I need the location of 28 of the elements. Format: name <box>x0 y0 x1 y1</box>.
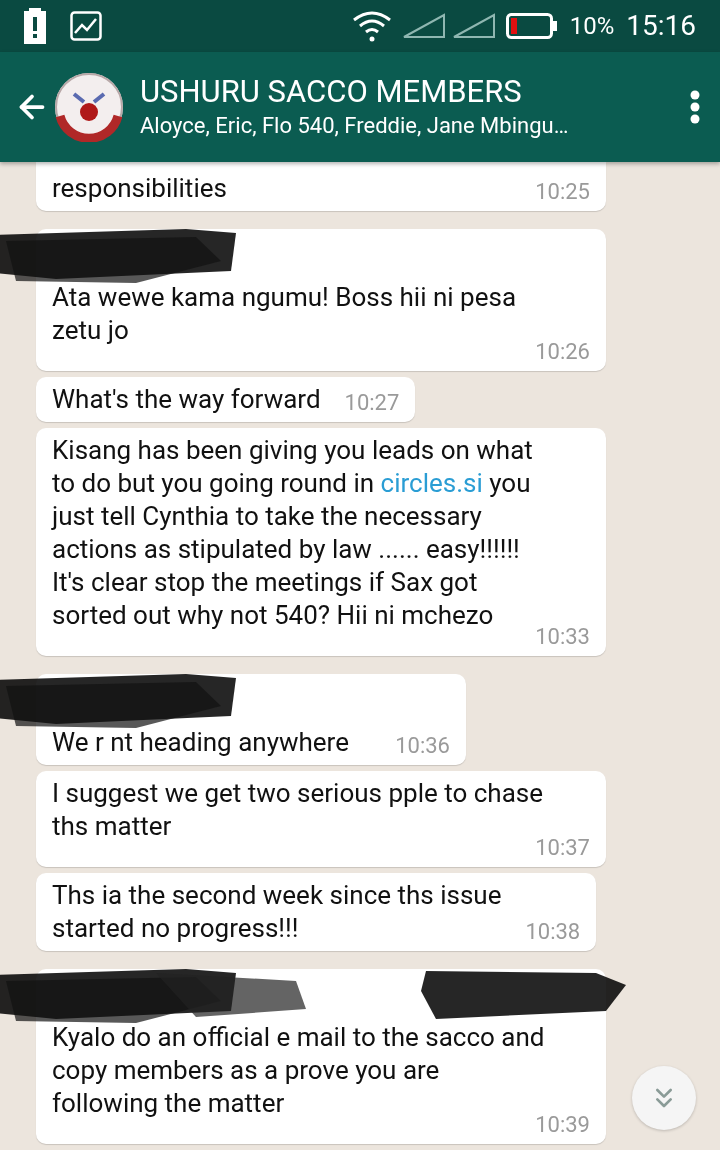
menu-button[interactable] <box>690 90 700 124</box>
clock: 15:16 <box>626 8 696 44</box>
battery-alert-icon <box>24 8 46 44</box>
menu-icon <box>690 90 700 124</box>
message-time: 10:33 <box>535 624 590 650</box>
message-text: What's the way forward <box>52 383 321 416</box>
chat-title: USHURU SACCO MEMBERS <box>140 73 523 111</box>
message-text: responsibilities <box>52 172 227 205</box>
battery-icon <box>505 13 558 39</box>
message-text: Ata wewe kama ngumu! Boss hii ni pesa zetu jo <box>52 281 517 347</box>
signal-icon <box>451 13 496 39</box>
message-text: We r nt heading anywhere <box>52 726 349 759</box>
battery-percentage: 10% <box>569 11 615 42</box>
message-time: 10:36 <box>395 733 450 759</box>
message-time: 10:25 <box>535 179 590 205</box>
message-link[interactable]: circles.si <box>380 468 483 498</box>
signal-icon <box>401 13 446 39</box>
message-text: Kisang has been giving you leads on what to do but you going round in circles.si you just tell Cynthia to take the necessary actions as stipulated by law ...... easy!!!!!! It's clear stop the meetings if Sax got sorted out why not 540? Hii ni mchezo <box>52 434 533 632</box>
message-time: 10:38 <box>525 919 581 945</box>
message-time: 10:26 <box>535 339 590 365</box>
wifi-icon <box>351 10 392 42</box>
image-icon <box>70 11 102 41</box>
message-time: 10:37 <box>535 835 590 861</box>
message-time: 10:39 <box>535 1112 590 1138</box>
message-text: Ths ia the second week since ths issue started no progress!!! <box>52 879 502 945</box>
message-time: 10:27 <box>344 390 400 416</box>
group-logo[interactable] <box>54 72 124 142</box>
chat-subtitle: Aloyce, Eric, Flo 540, Freddie, Jane Mbingu… <box>140 112 570 140</box>
